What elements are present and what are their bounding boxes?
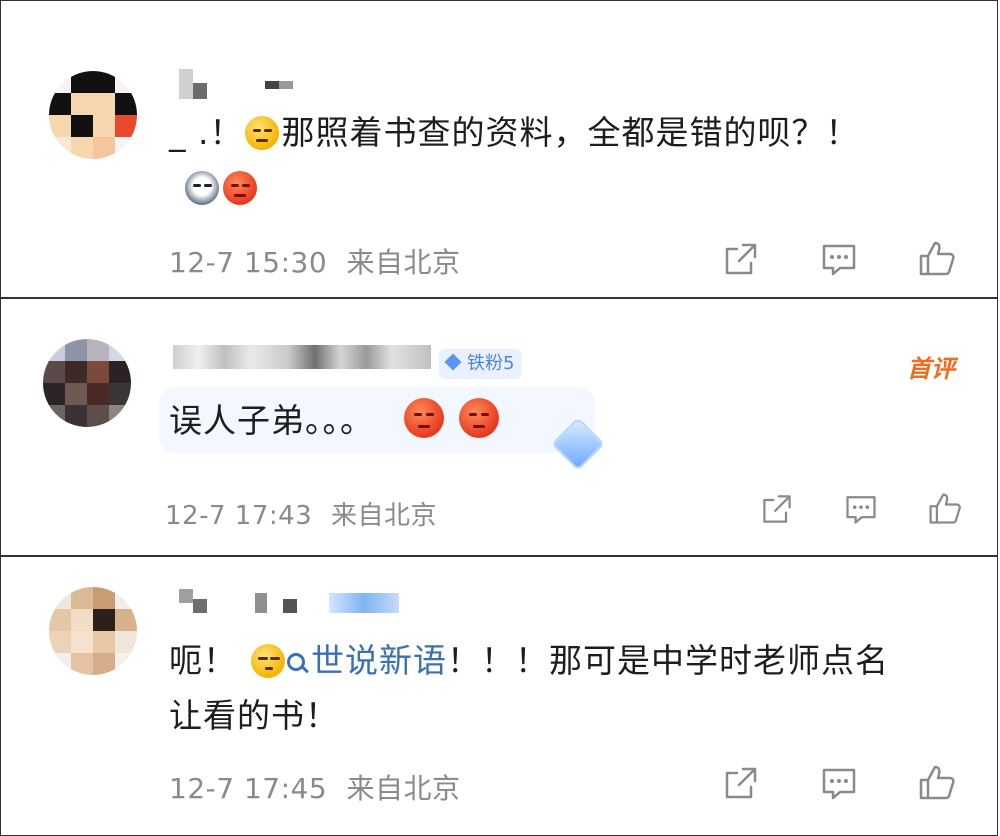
comment-location: 来自北京 xyxy=(330,501,437,531)
comment-text-start: _ .！ xyxy=(169,113,244,152)
comment-actions xyxy=(721,239,957,279)
share-icon[interactable] xyxy=(759,491,795,527)
comment-text-body: 那照着书查的资料，全都是错的呗？！ xyxy=(281,113,860,152)
angry-emoji xyxy=(223,171,257,205)
username-blurred[interactable] xyxy=(179,69,299,99)
username-blurred[interactable] xyxy=(173,343,431,373)
husky-emoji xyxy=(185,171,219,205)
reply-icon[interactable] xyxy=(819,763,859,803)
comment-meta: 12-7 17:43 来自北京 xyxy=(165,495,437,532)
comment-time: 12-7 17:45 xyxy=(169,772,328,805)
share-icon[interactable] xyxy=(721,239,761,279)
diamond-icon xyxy=(444,353,462,371)
share-icon[interactable] xyxy=(721,763,761,803)
comment-text-body: 误人子弟。。。 xyxy=(169,401,374,440)
comment-text: _ .！ 那照着书查的资料，全都是错的呗？！ xyxy=(169,105,917,215)
comment-time: 12-7 17:43 xyxy=(165,501,313,531)
username-blurred[interactable] xyxy=(179,583,401,617)
topic-label: 世说新语 xyxy=(311,641,447,680)
comment-card-2: 铁粉5 首评 误人子弟。。。 12-7 17:43 来自北京 xyxy=(0,298,998,556)
comment-meta: 12-7 15:30 来自北京 xyxy=(169,241,461,281)
smirk-emoji xyxy=(251,644,285,678)
reply-icon[interactable] xyxy=(819,239,859,279)
first-comment-tag: 首评 xyxy=(907,355,955,383)
fan-badge-label: 铁粉5 xyxy=(467,353,515,374)
comment-location: 来自北京 xyxy=(346,772,461,805)
reply-icon[interactable] xyxy=(843,491,879,527)
comment-actions xyxy=(721,763,957,803)
comment-location: 来自北京 xyxy=(346,246,461,279)
comment-text: 误人子弟。。。 xyxy=(169,393,917,448)
avatar[interactable] xyxy=(49,71,137,159)
like-icon[interactable] xyxy=(917,763,957,803)
search-icon xyxy=(287,653,305,671)
comment-text-start: 呃！ xyxy=(169,641,237,680)
avatar[interactable] xyxy=(43,339,131,427)
avatar[interactable] xyxy=(49,587,137,675)
comment-text: 呃！ 世说新语！！！那可是中学时老师点名让看的书！ xyxy=(169,633,917,743)
angry-emoji xyxy=(403,398,444,438)
comment-actions xyxy=(759,491,963,527)
topic-link[interactable]: 世说新语 xyxy=(287,641,447,680)
comment-meta: 12-7 17:45 来自北京 xyxy=(169,767,461,807)
comment-card-1: _ .！ 那照着书查的资料，全都是错的呗？！ 12-7 15:30 来自北京 xyxy=(0,0,998,298)
comment-time: 12-7 15:30 xyxy=(169,246,328,279)
comment-card-3: 呃！ 世说新语！！！那可是中学时老师点名让看的书！ 12-7 17:45 来自北京 xyxy=(0,556,998,836)
like-icon[interactable] xyxy=(927,491,963,527)
fan-badge[interactable]: 铁粉5 xyxy=(439,349,523,379)
like-icon[interactable] xyxy=(917,239,957,279)
angry-emoji xyxy=(459,398,499,438)
thinking-emoji xyxy=(245,116,280,150)
